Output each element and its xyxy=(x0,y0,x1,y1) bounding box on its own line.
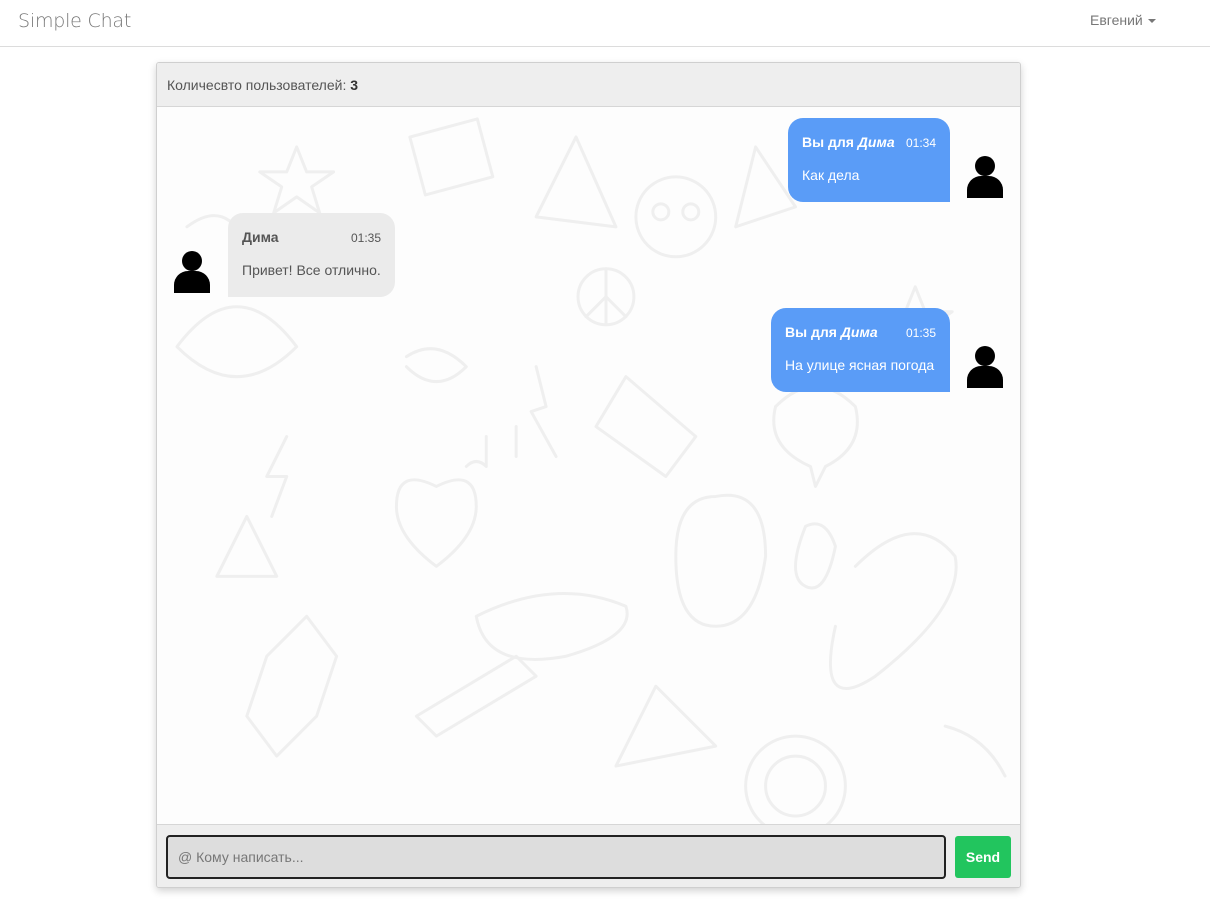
chat-panel: Количесвто пользователей: 3 Вы для Дима … xyxy=(156,62,1021,888)
user-name: Евгений xyxy=(1090,12,1143,28)
message-sender: Дима xyxy=(242,229,279,245)
brand-link[interactable]: Simple Chat xyxy=(18,10,131,32)
message-header: Дима 01:35 xyxy=(242,229,381,245)
top-navbar: Simple Chat Евгений xyxy=(0,0,1210,47)
message-time: 01:35 xyxy=(905,326,936,340)
message-prefix: Вы для xyxy=(802,134,854,150)
outgoing-bubble: Вы для Дима 01:34 Как дела xyxy=(788,118,950,202)
message-time: 01:34 xyxy=(905,136,936,150)
message-header: Вы для Дима 01:35 xyxy=(785,324,936,340)
outgoing-bubble: Вы для Дима 01:35 На улице ясная погода xyxy=(771,308,950,392)
incoming-bubble: Дима 01:35 Привет! Все отлично. xyxy=(228,213,395,297)
person-icon xyxy=(967,156,1003,198)
message-text: На улице ясная погода xyxy=(785,357,935,373)
message-composer: Send xyxy=(157,825,1020,887)
user-menu-toggle[interactable]: Евгений xyxy=(1090,12,1156,28)
message-recipient: Дима xyxy=(857,134,895,150)
caret-down-icon xyxy=(1147,18,1156,23)
person-icon xyxy=(967,346,1003,388)
send-button[interactable]: Send xyxy=(955,836,1011,878)
message-input[interactable] xyxy=(166,835,946,879)
chat-header: Количесвто пользователей: 3 xyxy=(157,63,1020,107)
message-header: Вы для Дима 01:34 xyxy=(802,134,936,150)
users-count-value: 3 xyxy=(350,77,359,93)
message-list[interactable]: Вы для Дима 01:34 Как дела Дима 01:35 Пр… xyxy=(157,107,1020,825)
message-time: 01:35 xyxy=(350,231,381,245)
message-text: Как дела xyxy=(802,167,860,183)
message-prefix: Вы для xyxy=(785,324,837,340)
message-recipient: Дима xyxy=(840,324,878,340)
users-count-label: Количесвто пользователей: xyxy=(167,77,347,93)
message-text: Привет! Все отлично. xyxy=(242,262,381,278)
person-icon xyxy=(174,251,210,293)
